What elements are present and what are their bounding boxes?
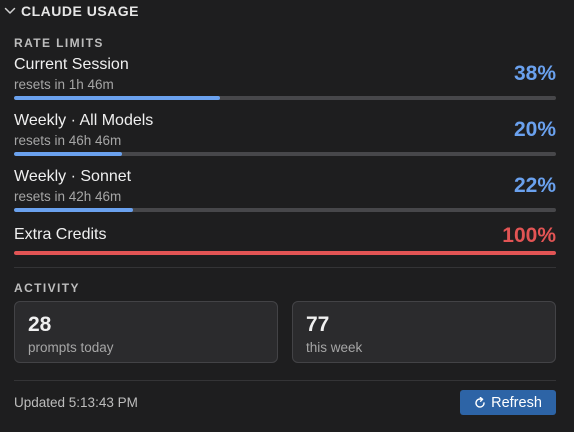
chevron-down-icon [4, 7, 16, 14]
limit-weekly-all-models: Weekly · All Models resets in 46h 46m 20… [14, 112, 556, 158]
limit-percent: 20% [513, 118, 556, 141]
progress-bar [14, 96, 556, 100]
limit-name: Current Session [14, 56, 129, 73]
claude-usage-panel: CLAUDE USAGE RATE LIMITS Current Session… [0, 0, 574, 432]
progress-bar-fill [14, 152, 123, 156]
card-label: prompts today [28, 340, 114, 355]
activity-label: ACTIVITY [14, 281, 80, 295]
card-value: 77 [306, 313, 330, 336]
limit-weekly-sonnet: Weekly · Sonnet resets in 42h 46m 22% [14, 168, 556, 214]
rate-limits-label: RATE LIMITS [14, 36, 104, 50]
limit-name: Weekly · Sonnet [14, 168, 132, 185]
limit-name: Weekly · All Models [14, 112, 154, 129]
card-label: this week [306, 340, 363, 355]
progress-bar-fill [14, 251, 556, 255]
section-header[interactable]: CLAUDE USAGE [0, 0, 139, 22]
activity-card-prompts-today: 28 prompts today [14, 301, 278, 363]
progress-bar [14, 208, 556, 212]
section-title: CLAUDE USAGE [21, 3, 140, 19]
progress-bar [14, 152, 556, 156]
refresh-button[interactable]: Refresh [460, 390, 556, 415]
limit-percent: 22% [513, 174, 556, 197]
limit-current-session: Current Session resets in 1h 46m 38% [14, 56, 556, 102]
limit-reset-time: resets in 46h 46m [14, 133, 122, 148]
refresh-icon [475, 396, 485, 408]
last-updated-text: Updated 5:13:43 PM [14, 395, 138, 410]
limit-reset-time: resets in 1h 46m [14, 77, 114, 92]
limit-name: Extra Credits [14, 226, 107, 243]
activity-card-this-week: 77 this week [292, 301, 556, 363]
progress-bar-fill [14, 96, 220, 100]
limit-extra-credits: Extra Credits 100% [14, 224, 556, 256]
refresh-button-label: Refresh [491, 394, 542, 411]
divider [14, 267, 556, 268]
progress-bar-fill [14, 208, 134, 212]
divider [14, 380, 556, 381]
progress-bar [14, 251, 556, 255]
limit-percent: 38% [513, 62, 556, 85]
limit-reset-time: resets in 42h 46m [14, 189, 122, 204]
limit-percent: 100% [502, 224, 556, 247]
card-value: 28 [28, 313, 52, 336]
